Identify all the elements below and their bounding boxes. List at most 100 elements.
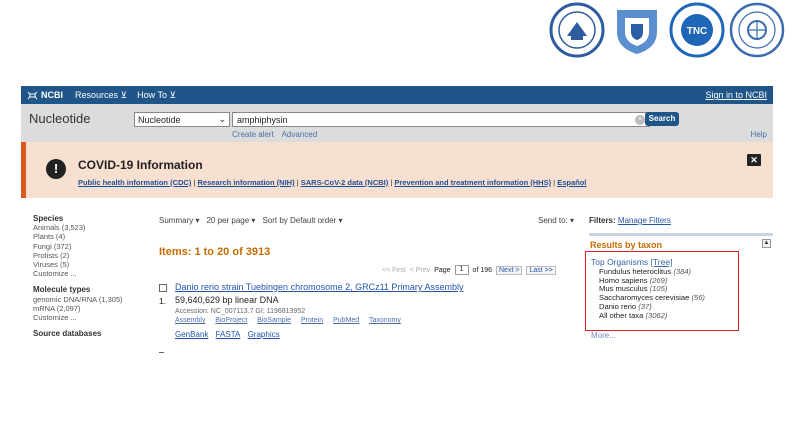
sidebar-item-customize[interactable]: Customize ...	[33, 269, 148, 278]
caret-down-icon: ▾	[251, 216, 256, 225]
sidebar-item-protists[interactable]: Protists (2)	[33, 251, 148, 260]
shield-logo	[617, 10, 657, 54]
result-title-link[interactable]: Danio rerio strain Tuebingen chromosome …	[175, 282, 463, 292]
result-format-links: GenBank FASTA Graphics	[175, 330, 285, 339]
caret-down-icon: ▾	[338, 216, 343, 225]
search-sub-links: Create alert Advanced	[232, 130, 323, 139]
more-taxa-link[interactable]: More...	[591, 331, 616, 340]
source-heading: Source databases	[33, 329, 102, 339]
ncbi-logo[interactable]: NCBI	[27, 90, 63, 100]
clear-icon[interactable]: ×	[635, 114, 645, 125]
organism-list: Fundulus heteroclitus (384) Homo sapiens…	[599, 267, 705, 321]
create-alert-link[interactable]: Create alert	[232, 130, 274, 139]
tnc-logo-text: TNC	[687, 26, 708, 37]
fasta-link[interactable]: FASTA	[216, 330, 241, 339]
organism-name: Saccharomyces cerevisiae	[599, 293, 690, 303]
search-bar: Nucleotide Nucleotide ⌄ amphiphysin × Se…	[21, 104, 773, 142]
taxonomy-link[interactable]: Taxonomy	[369, 317, 401, 324]
result-description: 59,640,629 bp linear DNA	[175, 295, 279, 305]
nih-link[interactable]: Research information (NIH)	[197, 178, 294, 187]
organism-count: (269)	[649, 275, 668, 285]
per-page-menu[interactable]: 20 per page ▾	[206, 216, 255, 225]
close-icon[interactable]: ✕	[747, 154, 761, 166]
first-page-link[interactable]: << First	[382, 267, 406, 274]
sidebar-item-plants[interactable]: Plants (4)	[33, 232, 148, 241]
dna-icon	[27, 91, 38, 99]
link-separator: |	[390, 178, 393, 187]
results-by-taxon-heading: Results by taxon	[590, 240, 663, 250]
sort-label: Sort by Default order	[262, 216, 337, 225]
results-count-heading: Items: 1 to 20 of 3913	[159, 246, 271, 258]
sign-in-link[interactable]: Sign in to NCBI	[705, 90, 767, 100]
left-sidebar: Species Animals (3,523) Plants (4) Fungi…	[33, 214, 148, 338]
organism-count: (37)	[638, 301, 652, 311]
caret-down-icon: ▾	[570, 216, 575, 225]
species-heading: Species	[33, 214, 64, 223]
seal-logo	[729, 2, 785, 58]
tnc-seal-logo: TNC	[669, 2, 725, 58]
molecule-heading: Molecule types	[33, 285, 91, 295]
ncbi-data-link[interactable]: SARS-CoV-2 data (NCBI)	[301, 178, 389, 187]
result-number: 1.	[159, 296, 167, 306]
organism-name: Fundulus heteroclitus	[599, 267, 672, 276]
logo-strip: TNC	[549, 2, 785, 62]
link-separator: |	[193, 178, 196, 187]
page-label: Page	[434, 266, 451, 274]
cdc-link[interactable]: Public health information (CDC)	[78, 178, 191, 187]
howto-label: How To	[137, 89, 167, 100]
advanced-search-link[interactable]: Advanced	[282, 130, 318, 139]
collapse-toggle-icon[interactable]: ▲	[762, 239, 771, 248]
summary-format-menu[interactable]: Summary ▾	[159, 216, 199, 225]
per-page-label: 20 per page	[206, 216, 250, 225]
sidebar-item-fungi[interactable]: Fungi (372)	[33, 242, 148, 251]
organism-name: All other taxa	[599, 310, 644, 320]
sidebar-item-animals[interactable]: Animals (3,523)	[33, 223, 148, 232]
bioproject-link[interactable]: BioProject	[215, 317, 247, 324]
exclamation-icon: !	[46, 159, 66, 179]
result-checkbox[interactable]	[159, 284, 167, 292]
resources-menu[interactable]: Resources ⊻	[75, 90, 127, 101]
pubmed-link[interactable]: PubMed	[333, 317, 359, 324]
next-page-button[interactable]: Next >	[496, 265, 523, 275]
ncbi-brand-text: NCBI	[41, 90, 63, 100]
summary-label: Summary	[159, 216, 194, 225]
organism-count: (384)	[673, 267, 692, 276]
assembly-link[interactable]: Assembly	[175, 317, 205, 324]
howto-menu[interactable]: How To ⊻	[137, 90, 176, 101]
dropdown-arrow-icon: ⌄	[218, 114, 226, 124]
search-input[interactable]: amphiphysin ×	[232, 112, 650, 127]
send-to-menu[interactable]: Send to: ▾	[538, 216, 574, 225]
tree-link[interactable]: [Tree]	[651, 257, 673, 267]
sidebar-item-mrna[interactable]: mRNA (2,097)	[33, 304, 148, 313]
page-number-input[interactable]: 1	[454, 265, 469, 275]
biosample-link[interactable]: BioSample	[257, 317, 291, 324]
sidebar-item-customize[interactable]: Customize ...	[33, 313, 148, 322]
genbank-link[interactable]: GenBank	[175, 330, 208, 339]
filters-label: Filters:	[589, 216, 616, 225]
organism-count: (105)	[649, 284, 668, 294]
prev-page-link[interactable]: < Prev	[410, 267, 430, 274]
graphics-link[interactable]: Graphics	[248, 330, 280, 339]
sidebar-item-viruses[interactable]: Viruses (5)	[33, 260, 148, 269]
sidebar-item-genomic[interactable]: genomic DNA/RNA (1,305)	[33, 295, 148, 304]
source-section: Source databases	[33, 329, 148, 338]
resources-label: Resources	[75, 89, 119, 100]
search-button[interactable]: Search	[645, 112, 679, 126]
divider	[159, 352, 164, 353]
sort-menu[interactable]: Sort by Default order ▾	[262, 216, 342, 225]
chevron-down-icon: ⊻	[120, 89, 128, 100]
result-related-links: Assembly BioProject BioSample Protein Pu…	[175, 317, 409, 324]
hhs-link[interactable]: Prevention and treatment information (HH…	[394, 178, 551, 187]
manage-filters-link[interactable]: Manage Filters	[618, 216, 671, 225]
espanol-link[interactable]: Español	[557, 178, 586, 187]
protein-link[interactable]: Protein	[301, 317, 323, 324]
last-page-button[interactable]: Last >>	[526, 265, 556, 275]
link-separator: |	[553, 178, 556, 187]
database-select[interactable]: Nucleotide ⌄	[134, 112, 230, 127]
list-item[interactable]: All other taxa (3062)	[599, 310, 705, 321]
help-link[interactable]: Help	[751, 130, 767, 139]
covid-links: Public health information (CDC) | Resear…	[78, 178, 586, 187]
top-organisms-label: Top Organisms	[591, 257, 649, 267]
database-title: Nucleotide	[29, 111, 91, 126]
caret-down-icon: ▾	[195, 216, 200, 225]
